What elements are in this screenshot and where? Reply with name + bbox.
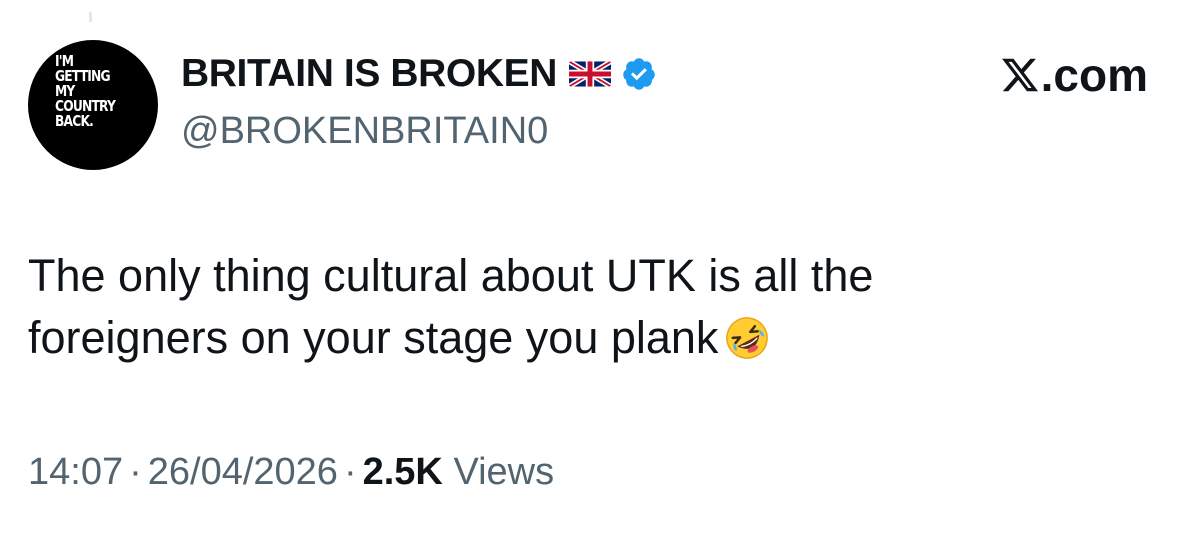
rolling-on-floor-laughing-icon xyxy=(726,317,769,359)
tweet-date[interactable]: 26/04/2026 xyxy=(148,451,338,493)
tweet-meta: 14:07 · 26/04/2026 · 2.5K Views xyxy=(28,448,554,496)
tweet-time[interactable]: 14:07 xyxy=(28,451,123,493)
views-count[interactable]: 2.5K xyxy=(363,451,443,493)
x-brand-domain: .com xyxy=(1040,49,1148,101)
tweet-text: The only thing cultural about UTK is all… xyxy=(28,245,1128,369)
views-label: Views xyxy=(453,451,555,493)
uk-flag-icon xyxy=(568,61,611,87)
author-display-name[interactable]: BRITAIN IS BROKEN xyxy=(181,50,557,98)
author-handle[interactable]: @BROKENBRITAIN0 xyxy=(181,108,548,154)
tweet-text-line-with-emoji: foreigners on your stage you plank xyxy=(28,307,1128,369)
verified-badge-icon xyxy=(623,58,655,90)
avatar-slogan-line: BACK. xyxy=(55,112,94,130)
x-brand-logo: .com xyxy=(1000,49,1148,101)
avatar-slogan: I'M GETTING MY COUNTRY BACK. xyxy=(55,54,129,129)
x-logo-icon xyxy=(1001,58,1038,92)
avatar[interactable]: I'M GETTING MY COUNTRY BACK. xyxy=(28,40,158,170)
tweet-text-line: The only thing cultural about UTK is all… xyxy=(28,250,874,301)
drag-indicator xyxy=(89,12,92,22)
tweet-card: I'M GETTING MY COUNTRY BACK. BRITAIN IS … xyxy=(0,0,1200,534)
meta-separator: · xyxy=(343,451,357,493)
author-name-row: BRITAIN IS BROKEN xyxy=(181,50,657,98)
meta-separator: · xyxy=(129,451,142,493)
tweet-text-line: foreigners on your stage you plank xyxy=(28,312,719,363)
